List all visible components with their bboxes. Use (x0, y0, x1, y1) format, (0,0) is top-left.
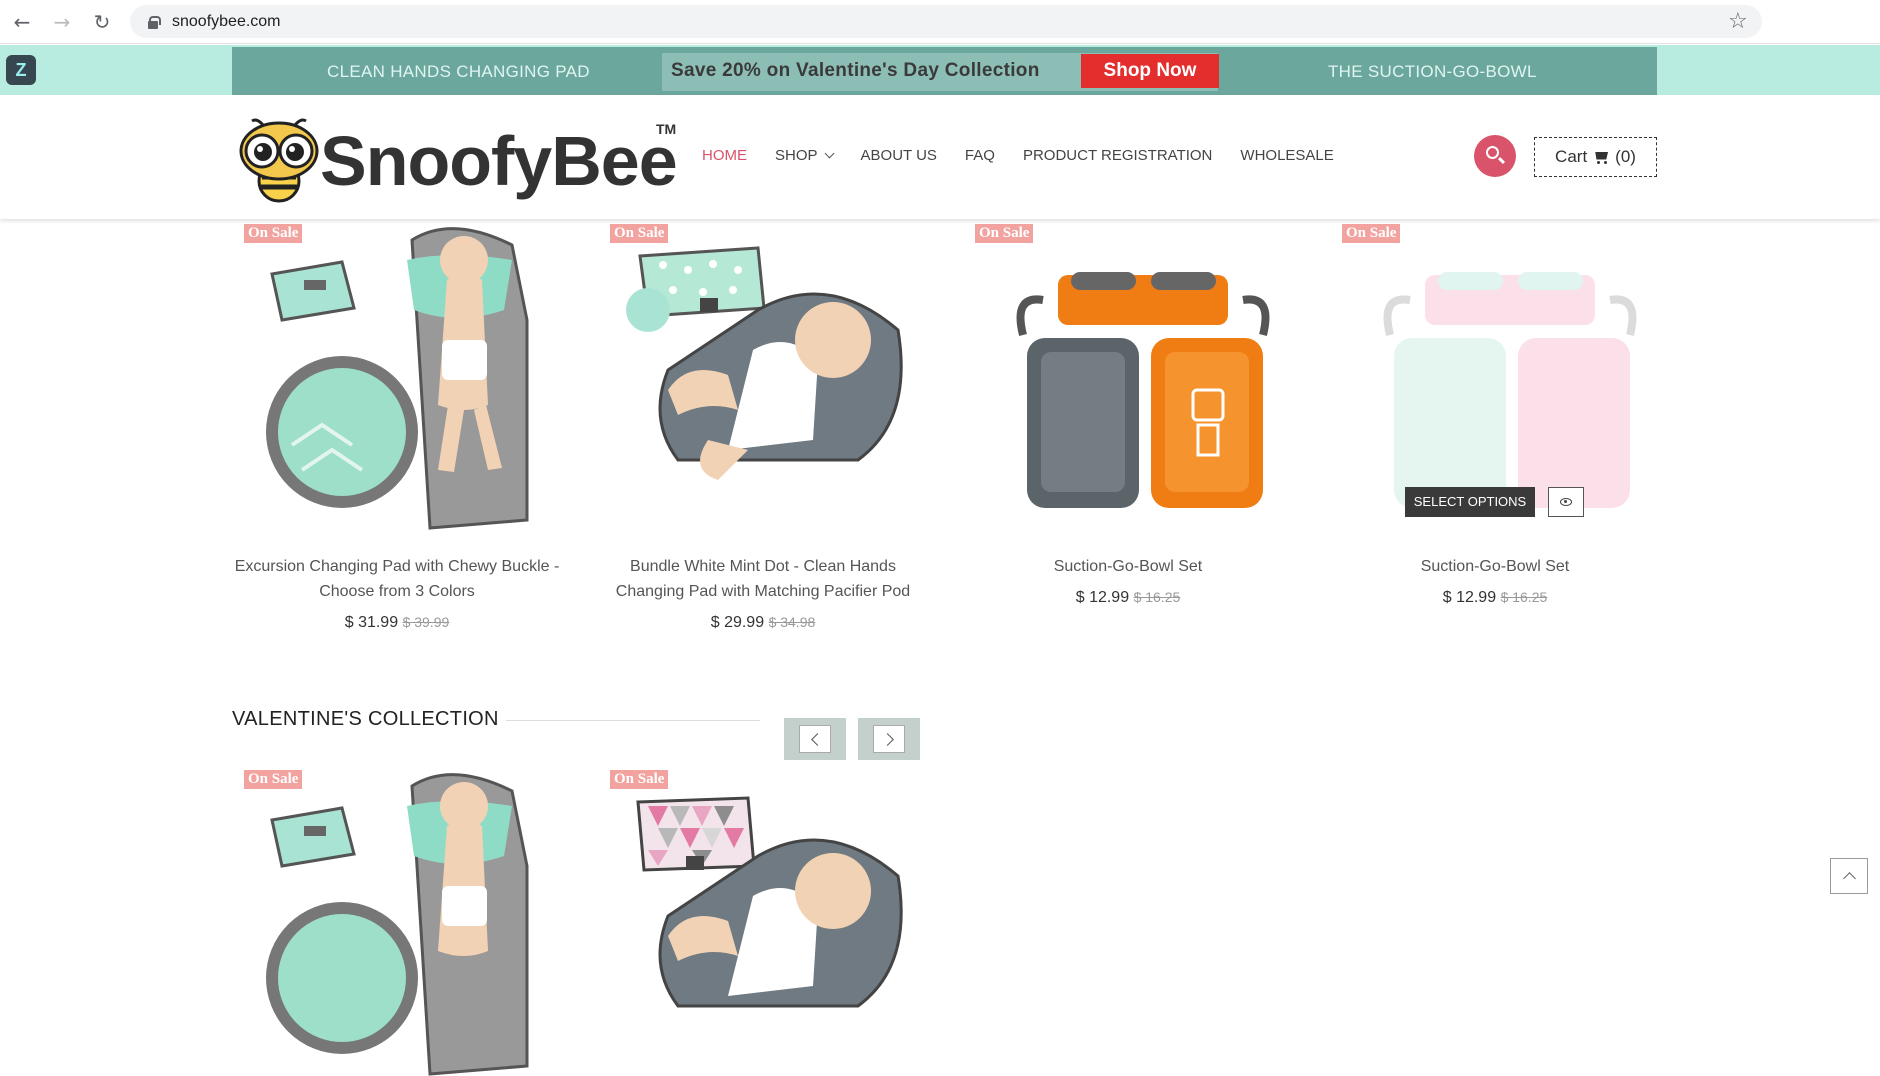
quick-view-button[interactable] (1548, 487, 1584, 517)
lock-icon (148, 15, 161, 29)
eye-icon (1560, 498, 1572, 506)
product-image[interactable] (608, 766, 918, 1076)
original-price: $ 39.99 (402, 614, 450, 630)
on-sale-badge: On Sale (1342, 224, 1401, 243)
original-price: $ 34.98 (768, 614, 816, 630)
logo-trademark: TM (656, 121, 677, 137)
nav-faq[interactable]: FAQ (965, 147, 995, 164)
current-price: $ 31.99 (344, 614, 399, 631)
nav-shop-label: SHOP (775, 147, 818, 164)
product-image[interactable] (242, 220, 552, 530)
product-image[interactable] (1340, 220, 1650, 530)
browser-toolbar: ← → ↻ snoofybee.com ☆ (0, 0, 1880, 44)
cart-count: (0) (1615, 147, 1636, 166)
product-image[interactable] (973, 220, 1283, 530)
main-nav: HOME SHOP ABOUT US FAQ PRODUCT REGISTRAT… (702, 147, 1362, 164)
on-sale-badge: On Sale (975, 224, 1034, 243)
product-title[interactable]: Suction-Go-Bowl Set (1330, 554, 1660, 579)
product-image[interactable] (242, 766, 552, 1076)
carousel-prev-button[interactable] (784, 718, 846, 760)
product-title[interactable]: Excursion Changing Pad with Chewy Buckle… (232, 554, 562, 604)
nav-home[interactable]: HOME (702, 147, 747, 164)
product-image[interactable] (608, 220, 918, 530)
logo-wordmark: SnoofyBee (320, 122, 678, 200)
shop-now-button[interactable]: Shop Now (1081, 54, 1219, 88)
bookmark-star-icon[interactable]: ☆ (1728, 9, 1748, 34)
search-icon (1486, 146, 1499, 159)
original-price: $ 16.25 (1500, 589, 1548, 605)
product-price: $ 31.99 $ 39.99 (232, 614, 562, 632)
product-price: $ 29.99 $ 34.98 (598, 614, 928, 632)
back-to-top-button[interactable] (1830, 858, 1868, 894)
section-title: VALENTINE'S COLLECTION (232, 708, 499, 730)
chevron-down-icon (824, 148, 834, 159)
chevron-left-icon (811, 733, 824, 746)
on-sale-badge: On Sale (244, 224, 303, 243)
original-price: $ 16.25 (1133, 589, 1181, 605)
product-title[interactable]: Bundle White Mint Dot - Clean Hands Chan… (598, 554, 928, 604)
forward-icon[interactable]: → (48, 8, 76, 36)
extension-icon[interactable]: Z (6, 55, 36, 85)
current-price: $ 12.99 (1442, 589, 1497, 606)
current-price: $ 12.99 (1075, 589, 1130, 606)
carousel-next-button[interactable] (858, 718, 920, 760)
on-sale-badge: On Sale (244, 770, 303, 789)
nav-shop[interactable]: SHOP (775, 147, 834, 164)
promo-slide-left[interactable]: CLEAN HANDS CHANGING PAD (327, 62, 590, 82)
current-price: $ 29.99 (710, 614, 765, 631)
product-price: $ 12.99 $ 16.25 (1330, 589, 1660, 607)
promo-slide-right[interactable]: THE SUCTION-GO-BOWL (1328, 62, 1537, 82)
url-text: snoofybee.com (172, 12, 281, 30)
cart-label: Cart (1555, 147, 1588, 166)
section-divider (506, 720, 760, 721)
chevron-right-icon (881, 733, 894, 746)
product-title[interactable]: Suction-Go-Bowl Set (963, 554, 1293, 579)
select-options-button[interactable]: SELECT OPTIONS (1405, 487, 1535, 517)
reload-icon[interactable]: ↻ (88, 8, 116, 36)
nav-about-us[interactable]: ABOUT US (861, 147, 937, 164)
promo-headline: Save 20% on Valentine's Day Collection (671, 60, 1040, 81)
on-sale-badge: On Sale (610, 770, 669, 789)
site-logo[interactable]: SnoofyBee TM (234, 111, 678, 203)
nav-product-registration[interactable]: PRODUCT REGISTRATION (1023, 147, 1212, 164)
address-bar[interactable]: snoofybee.com (130, 5, 1762, 38)
search-button[interactable] (1474, 135, 1516, 177)
bee-mascot-icon (239, 118, 319, 203)
cart-button[interactable]: Cart (0) (1534, 137, 1657, 177)
nav-wholesale[interactable]: WHOLESALE (1240, 147, 1333, 164)
promo-banner: Z CLEAN HANDS CHANGING PAD THE SUCTION-G… (0, 45, 1880, 95)
site-header: SnoofyBee TM HOME SHOP ABOUT US FAQ PROD… (0, 95, 1880, 219)
chevron-up-icon (1843, 872, 1856, 885)
on-sale-badge: On Sale (610, 224, 669, 243)
back-icon[interactable]: ← (8, 8, 36, 36)
product-price: $ 12.99 $ 16.25 (963, 589, 1293, 607)
cart-icon (1593, 151, 1609, 164)
